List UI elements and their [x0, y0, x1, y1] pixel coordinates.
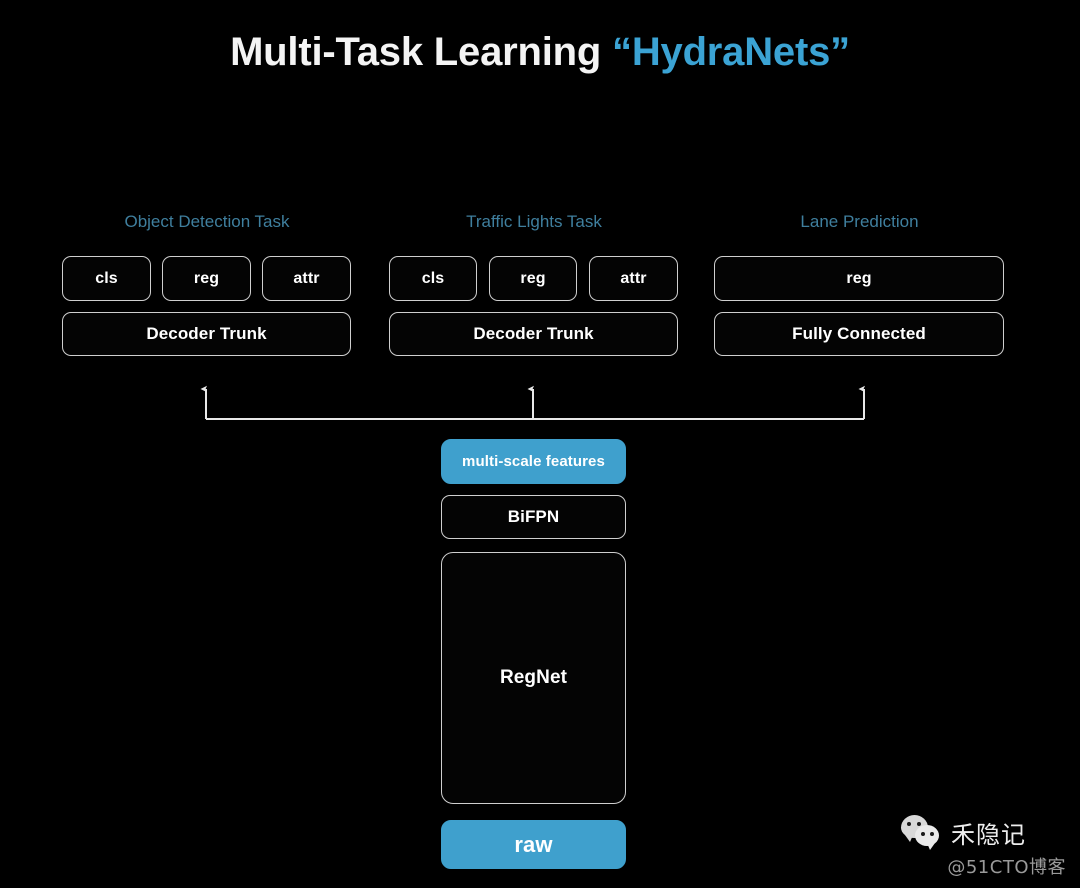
- page-title-highlight: “HydraNets”: [612, 30, 850, 74]
- backbone-box-raw[interactable]: raw: [441, 820, 626, 869]
- head-box-objdet-cls[interactable]: cls: [62, 256, 151, 301]
- backbone-box-bifpn[interactable]: BiFPN: [441, 495, 626, 539]
- head-box-traffic-cls[interactable]: cls: [389, 256, 477, 301]
- head-box-objdet-attr[interactable]: attr: [262, 256, 351, 301]
- backbone-box-multi-scale-features[interactable]: multi-scale features: [441, 439, 626, 484]
- task-label-object-detection: Object Detection Task: [124, 212, 290, 231]
- trunk-box-traffic[interactable]: Decoder Trunk: [389, 312, 678, 356]
- watermark-handle: @51CTO博客: [947, 857, 1066, 878]
- page-title-main: Multi-Task Learning: [230, 30, 613, 74]
- watermark-row: 禾隐记: [901, 812, 1066, 852]
- wechat-icon: [901, 815, 943, 850]
- head-box-objdet-reg[interactable]: reg: [162, 256, 251, 301]
- slide-canvas: Multi-Task Learning “HydraNets” Object D…: [0, 0, 1080, 888]
- head-box-traffic-reg[interactable]: reg: [489, 256, 577, 301]
- trunk-box-objdet[interactable]: Decoder Trunk: [62, 312, 351, 356]
- head-box-traffic-attr[interactable]: attr: [589, 256, 678, 301]
- head-box-lane-reg[interactable]: reg: [714, 256, 1004, 301]
- task-label-lane-prediction: Lane Prediction: [800, 212, 919, 231]
- task-label-traffic-lights: Traffic Lights Task: [466, 212, 602, 231]
- backbone-box-regnet[interactable]: RegNet: [441, 552, 626, 804]
- watermark: 禾隐记 @51CTO博客: [901, 812, 1066, 878]
- trunk-box-lane[interactable]: Fully Connected: [714, 312, 1004, 356]
- watermark-name: 禾隐记: [951, 820, 1026, 849]
- page-title: Multi-Task Learning “HydraNets”: [0, 30, 1080, 75]
